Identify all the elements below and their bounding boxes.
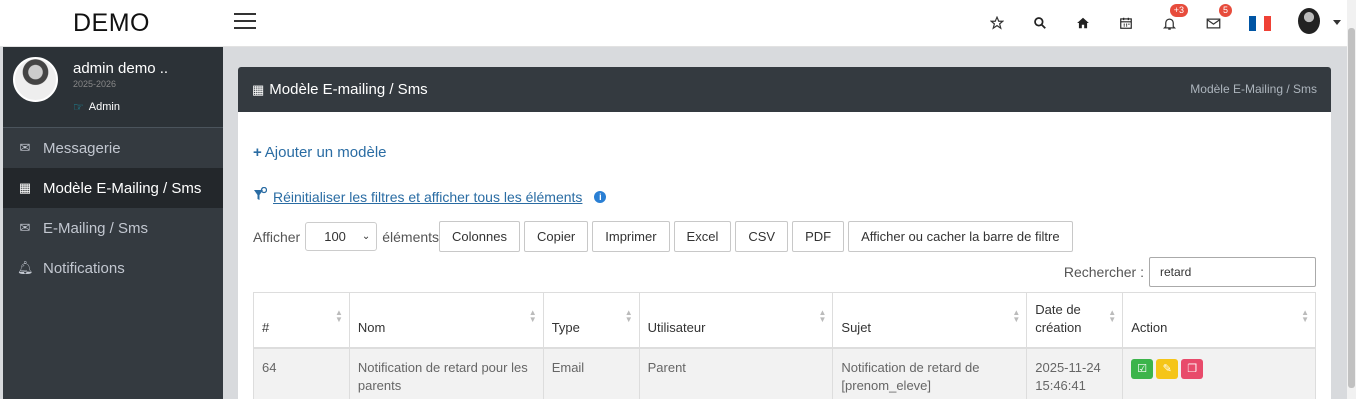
language-flag-fr-icon[interactable] [1249, 12, 1271, 34]
cell-actions: ☑ ✎ ❐ [1122, 347, 1316, 399]
card-header: ▦ Modèle E-mailing / Sms Modèle E-Mailin… [238, 67, 1331, 112]
chevron-down-icon: ⌄ [361, 231, 371, 242]
scrollbar-thumb[interactable] [1348, 28, 1355, 388]
breadcrumb[interactable]: Modèle E-Mailing / Sms [1190, 82, 1317, 96]
sidebar-item-label: E-Mailing / Sms [43, 219, 149, 237]
sort-icon: ▲ ▼ [1012, 308, 1021, 324]
sort-icon: ▲ ▼ [818, 308, 827, 324]
sidebar-item-notifications[interactable]: 🔔︎ Notifications [3, 248, 223, 288]
show-label: Afficher [253, 228, 301, 245]
column-header-sujet[interactable]: Sujet ▲ ▼ [832, 292, 1028, 349]
add-model-link[interactable]: + Ajouter un modèle [253, 144, 387, 161]
sort-icon: ▲ ▼ [1301, 308, 1309, 324]
mail-icon[interactable]: 5 [1202, 4, 1232, 34]
calendar-icon[interactable] [1115, 12, 1137, 34]
sort-icon: ▲ ▼ [1108, 308, 1117, 324]
sidebar-item-label: Messagerie [43, 139, 121, 157]
brand-logo[interactable]: DEMO [0, 0, 223, 47]
search-input[interactable] [1149, 257, 1316, 287]
excel-button[interactable]: Excel [673, 221, 732, 252]
edit-icon[interactable]: ✎ [1156, 359, 1179, 379]
page-title: Modèle E-mailing / Sms [269, 81, 428, 98]
search-area: Rechercher : [1064, 257, 1316, 287]
envelope-icon: ✉ [19, 140, 31, 155]
print-button[interactable]: Imprimer [592, 221, 670, 252]
table-row: 64 Notification de retard pour les paren… [253, 347, 1316, 399]
search-label: Rechercher : [1063, 264, 1144, 280]
content-card: ▦ Modèle E-mailing / Sms Modèle E-Mailin… [238, 67, 1331, 399]
pdf-button[interactable]: PDF [792, 221, 845, 252]
models-table: # ▲ ▼ Nom ▲ ▼ Type ▲ ▼ Utilisateur ▲ ▼ Sujet ▲ ▼ D… [253, 292, 1316, 399]
cell-id: 64 [253, 347, 350, 399]
cell-utilisateur: Parent [638, 347, 834, 399]
sidebar-item-messagerie[interactable]: ✉ Messagerie [3, 128, 223, 168]
star-icon[interactable] [986, 12, 1008, 34]
sort-icon: ▲ ▼ [528, 308, 537, 324]
toggle-filter-bar-button[interactable]: Afficher ou cacher la barre de filtre [848, 221, 1073, 252]
avatar[interactable] [13, 57, 58, 102]
cell-nom: Notification de retard pour les parents [348, 347, 544, 399]
column-header-nom[interactable]: Nom ▲ ▼ [348, 292, 544, 349]
sidebar: admin demo .. 2025-2026 ☞ Admin ✉ Messag… [3, 47, 223, 399]
table-header-row: # ▲ ▼ Nom ▲ ▼ Type ▲ ▼ Utilisateur ▲ ▼ Sujet ▲ ▼ D… [253, 292, 1316, 349]
user-role-label: Admin [88, 101, 120, 113]
home-icon[interactable] [1072, 12, 1094, 34]
sidebar-item-emailing[interactable]: ✉ E-Mailing / Sms [3, 208, 223, 248]
search-icon[interactable] [1029, 12, 1051, 34]
reset-filters-link[interactable]: Réinitialiser les filtres et afficher to… [273, 189, 582, 205]
elements-label: éléments [382, 228, 440, 245]
hand-point-icon: ☞ [73, 100, 84, 114]
user-role: ☞ Admin [73, 100, 120, 114]
user-menu-avatar[interactable] [1298, 8, 1320, 34]
table-controls: Afficher 100 ⌄ éléments Colonnes Copier … [253, 221, 1077, 252]
school-year: 2025-2026 [73, 79, 117, 89]
column-header-utilisateur[interactable]: Utilisateur ▲ ▼ [638, 292, 834, 349]
filter-reset-icon [253, 186, 269, 206]
csv-button[interactable]: CSV [735, 221, 789, 252]
table-icon: ▦ [18, 180, 32, 195]
user-panel: admin demo .. 2025-2026 ☞ Admin [3, 47, 223, 128]
sort-icon: ▲ ▼ [334, 308, 343, 324]
columns-button[interactable]: Colonnes [439, 221, 520, 252]
menu-toggle-icon[interactable] [234, 13, 256, 31]
copy-button[interactable]: Copier [523, 221, 589, 252]
page-size-value: 100 [324, 229, 346, 244]
column-header-date[interactable]: Date de création ▲ ▼ [1026, 292, 1124, 349]
envelope-open-icon: ✉ [19, 220, 31, 235]
plus-icon: + [253, 144, 262, 161]
page-scrollbar[interactable] [1347, 0, 1356, 399]
chevron-down-icon[interactable] [1333, 20, 1341, 25]
column-header-id[interactable]: # ▲ ▼ [253, 292, 350, 349]
user-name[interactable]: admin demo .. [73, 60, 168, 77]
notifications-badge: +3 [1169, 4, 1188, 17]
copy-icon[interactable]: ❐ [1181, 359, 1204, 379]
sidebar-item-label: Notifications [43, 259, 125, 277]
cell-date: 2025-11-24 15:46:41 [1026, 347, 1124, 399]
mail-badge: 5 [1218, 4, 1232, 17]
bell-icon: 🔔︎ [17, 260, 34, 275]
add-model-label: Ajouter un modèle [264, 144, 387, 161]
column-header-type[interactable]: Type ▲ ▼ [542, 292, 640, 349]
notifications-bell-icon[interactable]: +3 [1158, 4, 1188, 34]
page-size-select[interactable]: 100 ⌄ [305, 222, 378, 251]
reset-filters: Réinitialiser les filtres et afficher to… [253, 186, 607, 206]
cell-type: Email [542, 347, 640, 399]
check-icon[interactable]: ☑ [1131, 359, 1154, 379]
sidebar-item-label: Modèle E-Mailing / Sms [43, 179, 202, 197]
table-icon: ▦ [252, 81, 265, 97]
column-header-action[interactable]: Action ▲ ▼ [1122, 292, 1316, 349]
info-icon[interactable]: i [594, 190, 607, 203]
sidebar-item-modele-emailing[interactable]: ▦ Modèle E-Mailing / Sms [3, 168, 223, 208]
cell-sujet: Notification de retard de [prenom_eleve] [832, 347, 1028, 399]
top-navbar: DEMO +3 5 [0, 0, 1356, 47]
sort-icon: ▲ ▼ [624, 308, 633, 324]
